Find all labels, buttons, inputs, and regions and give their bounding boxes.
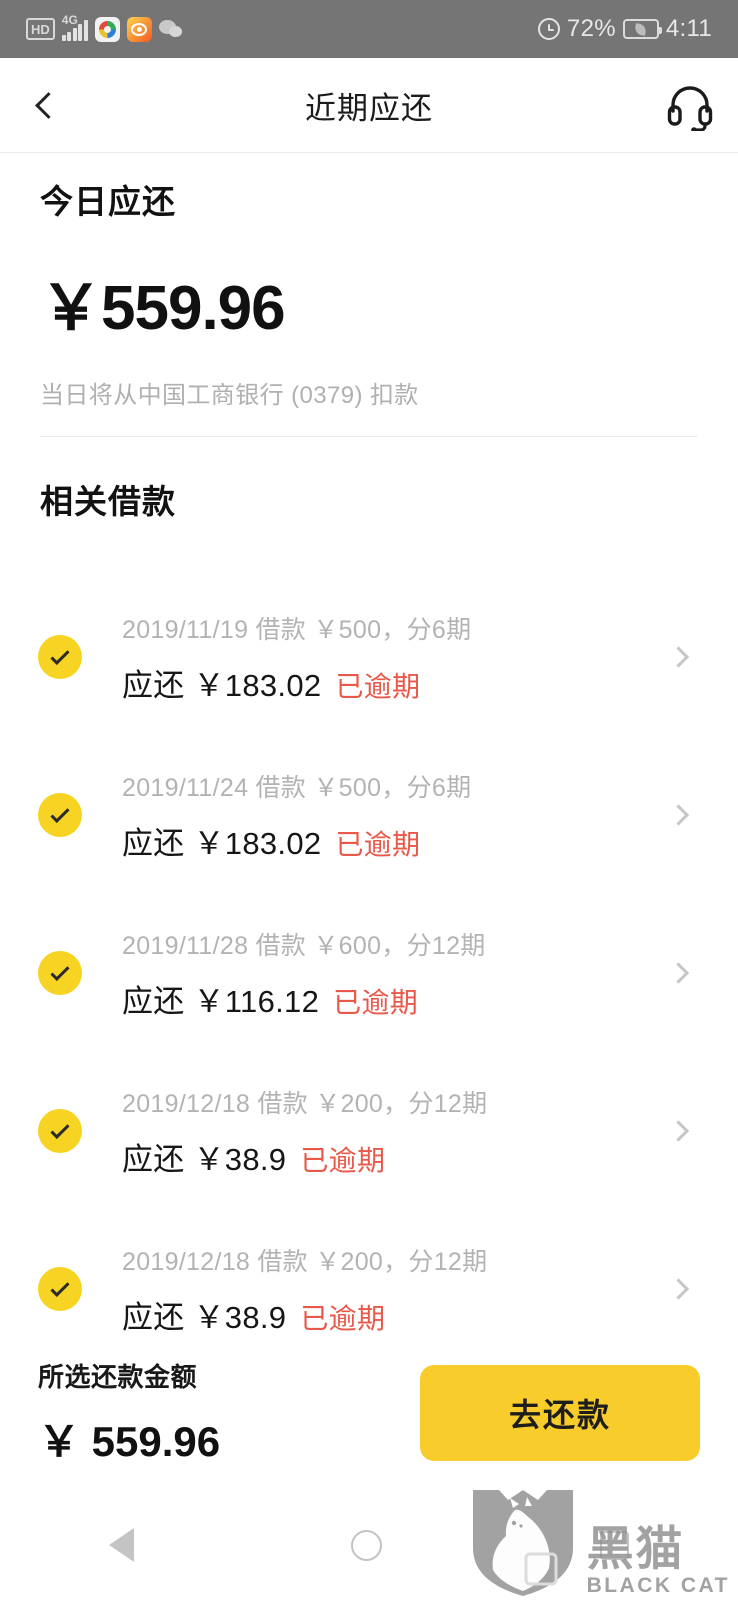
wechat-app-icon — [158, 17, 184, 42]
chevron-right-icon[interactable] — [667, 804, 690, 826]
browser-app-icon — [94, 16, 120, 42]
loan-due-amount: 应还 ￥38.9 — [122, 1299, 287, 1335]
loan-text-block: 2019/11/19 借款 ￥500，分6期应还 ￥183.02 已逾期 — [122, 610, 471, 705]
circle-home-icon[interactable] — [351, 1529, 383, 1561]
loan-due-row: 应还 ￥183.02 已逾期 — [122, 660, 471, 705]
loan-due-row: 应还 ￥38.9 已逾期 — [122, 1292, 487, 1337]
loan-meta: 2019/11/24 借款 ￥500，分6期 — [122, 773, 472, 802]
chevron-right-icon[interactable] — [667, 1120, 690, 1142]
status-badge: 已逾期 — [335, 670, 421, 702]
loan-row[interactable]: 2019/11/28 借款 ￥600，分12期应还 ￥116.12 已逾期 — [0, 894, 738, 1052]
battery-saver-icon — [622, 19, 662, 39]
loan-due-row: 应还 ￥116.12 已逾期 — [122, 976, 486, 1021]
go-to-repay-button[interactable]: 去还款 — [420, 1364, 700, 1461]
headset-icon — [667, 86, 713, 131]
loan-text-block: 2019/11/24 借款 ￥500，分6期应还 ￥183.02 已逾期 — [122, 768, 471, 863]
loan-meta: 2019/11/28 借款 ￥600，分12期 — [122, 931, 486, 960]
loan-text-block: 2019/11/28 借款 ￥600，分12期应还 ￥116.12 已逾期 — [122, 926, 486, 1021]
loan-row[interactable]: 2019/11/24 借款 ￥500，分6期应还 ￥183.02 已逾期 — [0, 736, 738, 894]
square-recents-icon[interactable] — [600, 1530, 630, 1560]
battery-percent-label: 72% — [566, 15, 616, 42]
weibo-app-icon — [126, 16, 152, 42]
today-due-amount: ￥559.96 — [40, 274, 286, 343]
loan-due-row: 应还 ￥38.9 已逾期 — [122, 1134, 487, 1179]
page-title: 近期应还 — [305, 90, 433, 126]
status-bar-right: 72% 4:11 — [537, 15, 712, 43]
status-badge: 已逾期 — [300, 1144, 386, 1176]
check-icon — [50, 645, 70, 665]
selected-amount-label: 所选还款金额 — [38, 1361, 198, 1392]
signal-bar — [72, 28, 77, 41]
status-bar-left: HD 4G — [26, 13, 184, 42]
hd-icon: HD — [26, 18, 55, 40]
loan-checkbox[interactable] — [38, 793, 82, 837]
signal-bar — [67, 32, 72, 41]
alarm-icon — [537, 18, 560, 40]
android-navigation-bar — [0, 1490, 738, 1600]
loan-due-amount: 应还 ￥116.12 — [122, 983, 320, 1019]
today-due-section: 今日应还 ￥559.96 当日将从中国工商银行 (0379) 扣款 — [0, 175, 738, 410]
chevron-right-icon[interactable] — [667, 1278, 690, 1300]
section-divider — [40, 436, 698, 437]
selected-amount-block: 所选还款金额 ￥ 559.96 — [38, 1357, 220, 1469]
signal-icon: 4G — [61, 13, 88, 41]
loan-due-row: 应还 ￥183.02 已逾期 — [122, 818, 471, 863]
check-icon — [50, 1119, 70, 1139]
loan-checkbox[interactable] — [38, 635, 82, 679]
clock-label: 4:11 — [665, 15, 712, 42]
loan-row[interactable]: 2019/12/18 借款 ￥200，分12期应还 ￥38.9 已逾期 — [0, 1052, 738, 1210]
check-icon — [50, 1277, 70, 1297]
signal-bar — [83, 20, 88, 41]
repayment-summary-bar: 所选还款金额 ￥ 559.96 去还款 — [0, 1340, 738, 1485]
loan-meta: 2019/12/18 借款 ￥200，分12期 — [122, 1247, 488, 1276]
loan-checkbox[interactable] — [38, 951, 82, 995]
check-icon — [50, 803, 70, 823]
loan-meta: 2019/11/19 借款 ￥500，分6期 — [122, 615, 472, 644]
chevron-right-icon[interactable] — [667, 962, 690, 984]
loan-list: 2019/11/19 借款 ￥500，分6期 应还 ￥183.02 已逾期 2019/… — [0, 578, 738, 1368]
signal-bar — [61, 35, 66, 41]
loan-checkbox[interactable] — [38, 1267, 82, 1311]
loan-text-block: 2019/12/18 借款 ￥200，分12期应还 ￥38.9 已逾期 — [122, 1242, 487, 1337]
app-screen: HD 4G 72% 4:11 近期应还 今日应还 ￥559.96 当日将从中国工… — [0, 0, 738, 1600]
status-badge: 已逾期 — [300, 1302, 386, 1334]
loan-row[interactable]: 2019/11/19 借款 ￥500，分6期应还 ￥183.02 已逾期 — [0, 578, 738, 736]
selected-amount-value: ￥ 559.96 — [38, 1417, 221, 1465]
chevron-right-icon[interactable] — [667, 646, 690, 668]
network-type-label: 4G — [61, 13, 78, 27]
loan-due-amount: 应还 ￥183.02 — [122, 667, 322, 703]
triangle-back-icon[interactable] — [108, 1528, 134, 1562]
loan-due-amount: 应还 ￥183.02 — [122, 825, 322, 861]
loan-text-block: 2019/12/18 借款 ￥200，分12期应还 ￥38.9 已逾期 — [122, 1084, 487, 1179]
status-badge: 已逾期 — [335, 828, 421, 860]
check-icon — [50, 961, 70, 981]
status-bar: HD 4G 72% 4:11 — [0, 0, 738, 58]
page-header: 近期应还 — [0, 58, 738, 153]
status-badge: 已逾期 — [333, 986, 419, 1018]
loan-checkbox[interactable] — [38, 1109, 82, 1153]
deduction-note: 当日将从中国工商银行 (0379) 扣款 — [40, 382, 419, 409]
related-loans-heading: 相关借款 — [40, 483, 176, 520]
loan-due-amount: 应还 ￥38.9 — [122, 1141, 287, 1177]
customer-support-button[interactable] — [642, 58, 738, 153]
loan-meta: 2019/12/18 借款 ￥200，分12期 — [122, 1089, 488, 1118]
signal-bar — [78, 24, 83, 41]
today-due-label: 今日应还 — [40, 183, 176, 220]
